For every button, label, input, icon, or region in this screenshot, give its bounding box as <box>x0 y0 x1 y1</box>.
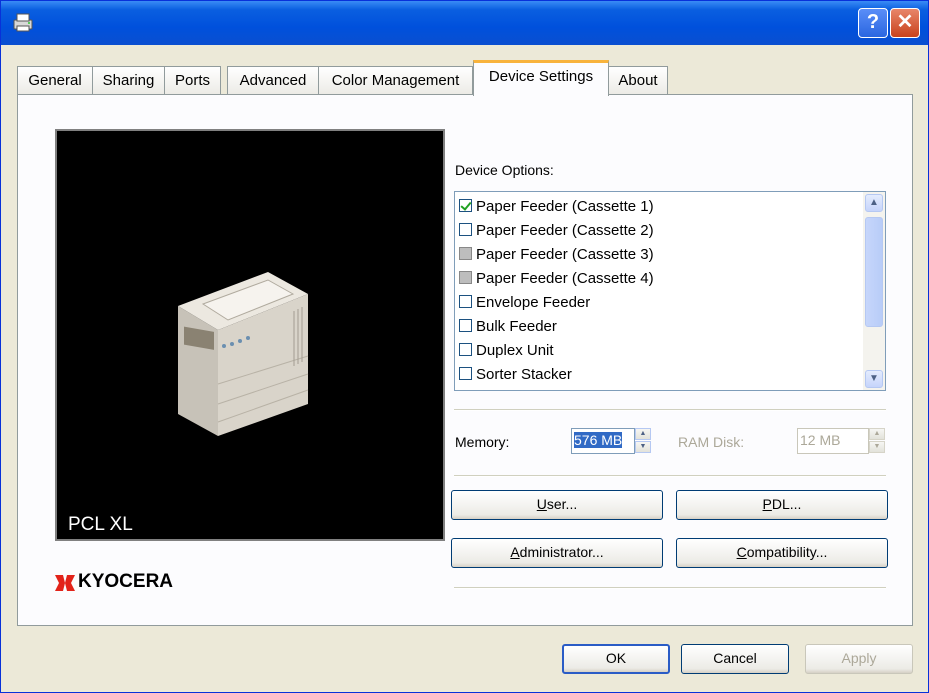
list-item-label: Bulk Feeder <box>476 318 557 335</box>
list-item-cassette-4[interactable]: Paper Feeder (Cassette 4) <box>459 268 654 290</box>
access-key: A <box>510 544 520 560</box>
button-label: dministrator... <box>519 544 604 560</box>
ok-button[interactable]: OK <box>562 644 670 674</box>
list-item-sorter-stacker[interactable]: Sorter Stacker <box>459 364 572 386</box>
checkbox-cassette-2[interactable] <box>459 223 472 236</box>
ram-disk-spinner[interactable]: 12 MB ▲ ▼ <box>797 428 887 454</box>
list-item-label: Duplex Unit <box>476 342 554 359</box>
button-label: ompatibility... <box>746 544 828 560</box>
memory-label: Memory: <box>455 434 510 450</box>
list-item-label: Paper Feeder (Cassette 1) <box>476 198 654 215</box>
printer-properties-dialog: ? ✕ General Sharing Ports Advanced Color… <box>0 0 929 693</box>
checkbox-cassette-4[interactable] <box>459 271 472 284</box>
divider <box>454 587 886 589</box>
spin-down-icon[interactable]: ▼ <box>635 441 651 453</box>
printer-preview: PCL XL <box>55 129 445 541</box>
memory-value: 576 MB <box>574 432 623 448</box>
list-item-envelope-feeder[interactable]: Envelope Feeder <box>459 292 590 314</box>
button-label: ser... <box>546 496 578 512</box>
scroll-thumb[interactable] <box>865 217 883 327</box>
list-item-cassette-2[interactable]: Paper Feeder (Cassette 2) <box>459 220 654 242</box>
divider <box>454 409 886 411</box>
tab-color-management[interactable]: Color Management <box>318 66 473 94</box>
device-settings-panel: PCL XL KYOCERA Device Options: Paper Fee… <box>17 94 913 626</box>
list-item-bulk-feeder[interactable]: Bulk Feeder <box>459 316 557 338</box>
list-item-label: Envelope Feeder <box>476 294 591 311</box>
ram-disk-field[interactable]: 12 MB <box>797 428 869 454</box>
memory-field[interactable]: 576 MB <box>571 428 635 454</box>
ram-disk-label: RAM Disk: <box>678 434 745 450</box>
checkbox-envelope-feeder[interactable] <box>459 295 472 308</box>
kyocera-logo-mark <box>55 575 75 591</box>
printer-image <box>178 272 309 436</box>
tab-about[interactable]: About <box>608 66 668 94</box>
memory-spinner[interactable]: 576 MB ▲ ▼ <box>571 428 651 454</box>
pdl-button[interactable]: PDL... <box>676 490 888 520</box>
list-item-label: Sorter Stacker <box>476 366 572 383</box>
list-item-cassette-3[interactable]: Paper Feeder (Cassette 3) <box>459 244 654 266</box>
access-key: P <box>762 496 772 512</box>
pdl-label: PCL XL <box>68 514 133 535</box>
button-label: DL... <box>771 496 802 512</box>
checkbox-cassette-1[interactable] <box>459 199 472 212</box>
cancel-button[interactable]: Cancel <box>681 644 789 674</box>
checkbox-sorter-stacker[interactable] <box>459 367 472 380</box>
device-options-label: Device Options: <box>455 162 554 178</box>
help-button[interactable]: ? <box>858 8 888 38</box>
list-item-label: Paper Feeder (Cassette 3) <box>476 246 654 263</box>
access-key: C <box>736 544 747 560</box>
dialog-body: General Sharing Ports Advanced Color Man… <box>1 45 928 692</box>
checkbox-cassette-3[interactable] <box>459 247 472 260</box>
spin-up-icon[interactable]: ▲ <box>635 428 651 440</box>
spin-down-icon[interactable]: ▼ <box>869 441 885 453</box>
kyocera-logo: KYOCERA <box>55 571 195 595</box>
user-button[interactable]: User... <box>451 490 663 520</box>
tab-device-settings[interactable]: Device Settings <box>473 60 609 96</box>
scroll-up-icon[interactable]: ▲ <box>865 194 883 212</box>
checkbox-bulk-feeder[interactable] <box>459 319 472 332</box>
kyocera-logo-text: KYOCERA <box>78 571 174 592</box>
compatibility-button[interactable]: Compatibility... <box>676 538 888 568</box>
divider <box>454 475 886 477</box>
printer-icon <box>13 13 33 32</box>
title-bar[interactable]: ? ✕ <box>1 1 928 45</box>
tab-ports[interactable]: Ports <box>164 66 221 94</box>
spin-up-icon[interactable]: ▲ <box>869 428 885 440</box>
tab-advanced[interactable]: Advanced <box>227 66 319 94</box>
apply-button[interactable]: Apply <box>805 644 913 674</box>
tab-sharing[interactable]: Sharing <box>92 66 165 94</box>
vertical-scrollbar[interactable]: ▲ ▼ <box>863 192 885 390</box>
scroll-down-icon[interactable]: ▼ <box>865 370 883 388</box>
administrator-button[interactable]: Administrator... <box>451 538 663 568</box>
list-item-duplex-unit[interactable]: Duplex Unit <box>459 340 554 362</box>
tab-general[interactable]: General <box>17 66 93 94</box>
list-item-label: Paper Feeder (Cassette 4) <box>476 270 654 287</box>
access-key: U <box>536 496 547 512</box>
list-item-label: Paper Feeder (Cassette 2) <box>476 222 654 239</box>
list-item-cassette-1[interactable]: Paper Feeder (Cassette 1) <box>459 196 654 218</box>
ram-disk-value: 12 MB <box>800 432 841 448</box>
device-options-list[interactable]: Paper Feeder (Cassette 1) Paper Feeder (… <box>454 191 886 391</box>
close-button[interactable]: ✕ <box>890 8 920 38</box>
checkbox-duplex-unit[interactable] <box>459 343 472 356</box>
